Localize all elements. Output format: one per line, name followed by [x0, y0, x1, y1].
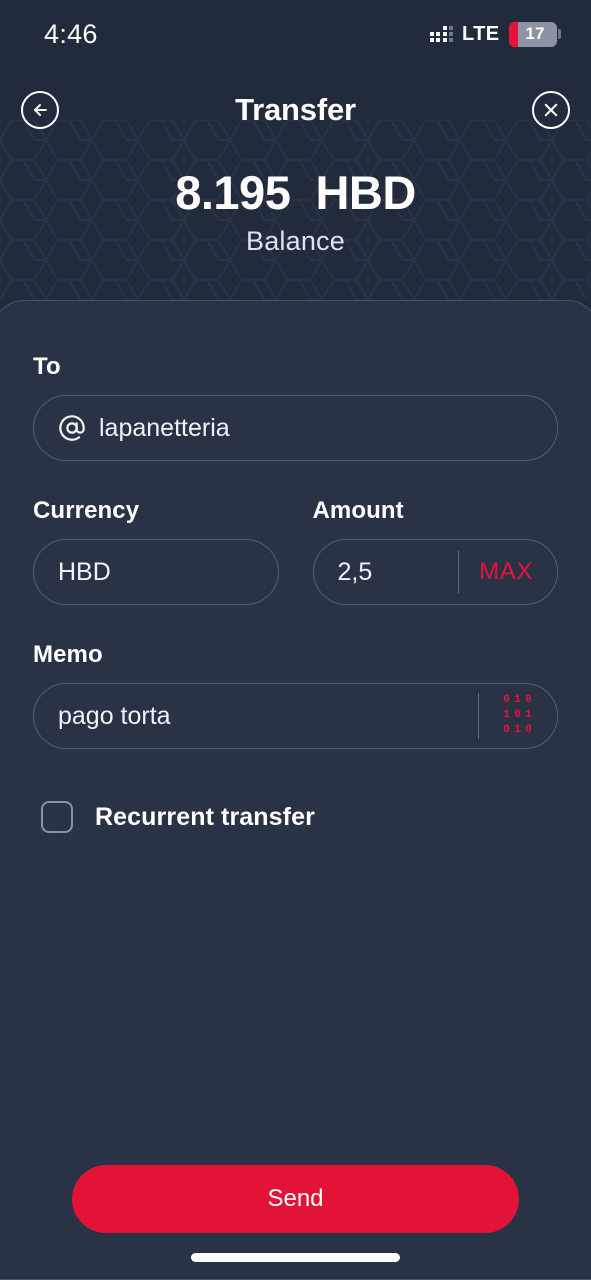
transfer-form-card: To lapanetteria Currency HBD Amount 2,5 … [0, 300, 591, 1280]
currency-amount-row: Currency HBD Amount 2,5 MAX [33, 497, 558, 605]
binary-encrypt-icon: 010 101 010 [503, 694, 533, 736]
status-indicators: LTE 17 [429, 21, 561, 47]
recipient-input[interactable]: lapanetteria [33, 395, 558, 461]
memo-label: Memo [33, 641, 103, 668]
balance-amount: 8.195 HBD [175, 166, 416, 219]
memo-input-wrapper: pago torta 010 101 010 [33, 683, 558, 749]
back-button[interactable] [21, 91, 59, 129]
battery-percent-label: 17 [525, 24, 545, 43]
close-button[interactable] [532, 91, 570, 129]
to-label: To [33, 353, 61, 380]
signal-bars-icon [429, 26, 453, 42]
balance-label: Balance [246, 226, 345, 256]
home-indicator [191, 1253, 400, 1262]
battery-low-icon: 17 [508, 21, 561, 47]
memo-field-group: Memo pago torta 010 101 010 [33, 641, 558, 749]
recurrent-transfer-label: Recurrent transfer [95, 802, 315, 831]
status-bar: 4:46 LTE 17 [0, 0, 591, 68]
currency-value: HBD [58, 557, 111, 586]
transfer-screen: 4:46 LTE 17 Transfer 8.195 HBD Balance T… [0, 0, 591, 1280]
amount-divider [458, 551, 460, 593]
at-sign-icon [58, 414, 86, 442]
page-title: Transfer [235, 92, 356, 127]
navigation-bar: Transfer [0, 82, 591, 138]
network-type-label: LTE [462, 22, 500, 45]
arrow-left-icon [34, 104, 47, 116]
amount-field-group: Amount 2,5 MAX [312, 497, 558, 605]
recurrent-transfer-row[interactable]: Recurrent transfer [33, 801, 558, 833]
amount-input[interactable]: 2,5 [338, 558, 459, 587]
status-time: 4:46 [44, 18, 98, 49]
currency-select[interactable]: HBD [33, 539, 279, 605]
checkbox-unchecked-icon[interactable] [41, 801, 73, 833]
send-button[interactable]: Send [72, 1165, 519, 1233]
encrypt-memo-button[interactable]: 010 101 010 [479, 694, 557, 737]
currency-field-group: Currency HBD [33, 497, 279, 605]
memo-input[interactable]: pago torta [58, 702, 478, 731]
to-field-group: To lapanetteria [33, 353, 558, 461]
close-icon [544, 103, 558, 117]
max-button[interactable]: MAX [479, 558, 533, 586]
recipient-value: lapanetteria [99, 413, 230, 442]
currency-label: Currency [33, 497, 140, 524]
amount-input-wrapper: 2,5 MAX [312, 539, 558, 605]
amount-label: Amount [312, 497, 404, 524]
balance-section: 8.195 HBD Balance [0, 165, 591, 257]
